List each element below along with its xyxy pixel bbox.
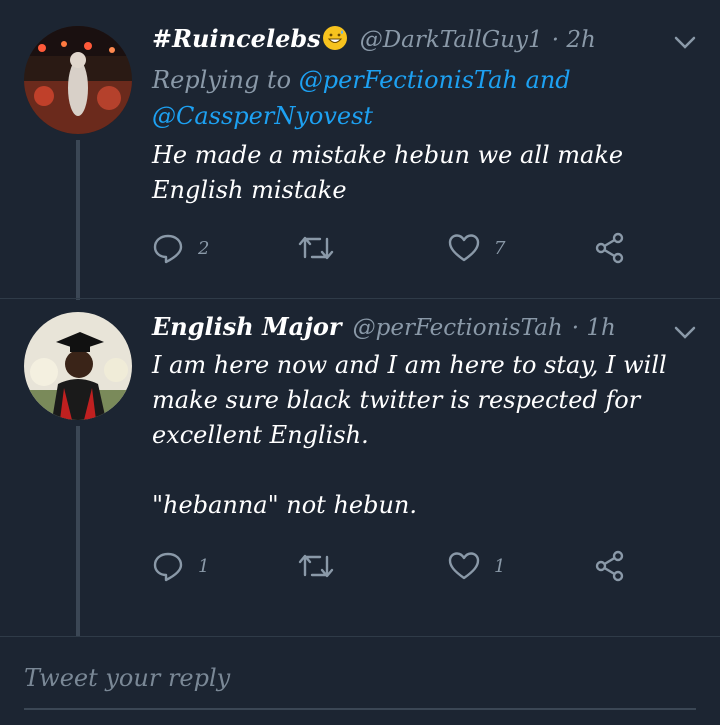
like-button[interactable]: 1: [448, 546, 505, 586]
retweet-button[interactable]: [298, 546, 334, 586]
heart-icon: [448, 552, 480, 580]
like-button[interactable]: 7: [448, 228, 505, 268]
reply-input[interactable]: Tweet your reply: [24, 664, 696, 710]
retweet-icon: [298, 236, 334, 260]
chevron-down-icon[interactable]: [674, 36, 696, 50]
retweet-icon: [298, 554, 334, 578]
reply-icon: [153, 234, 183, 264]
tweet-2[interactable]: English Major @perFectionisTah · 1h I am…: [0, 300, 720, 636]
share-button[interactable]: [594, 546, 626, 586]
reply-placeholder: Tweet your reply: [24, 664, 231, 692]
timestamp: · 2h: [551, 27, 596, 53]
chevron-down-icon[interactable]: [674, 326, 696, 340]
display-name[interactable]: #Ruincelebs: [152, 24, 321, 53]
display-name[interactable]: English Major: [152, 312, 342, 341]
avatar[interactable]: [24, 312, 132, 420]
share-button[interactable]: [594, 228, 626, 268]
avatar[interactable]: [24, 26, 132, 134]
reply-icon: [153, 552, 183, 582]
tweet-text: I am here now and I am here to stay, I w…: [152, 351, 667, 519]
share-icon: [595, 550, 624, 582]
mention-link[interactable]: @CassperNyovest: [152, 102, 373, 130]
reply-button[interactable]: 1: [152, 546, 209, 586]
reply-button[interactable]: 2: [152, 228, 209, 268]
share-icon: [595, 232, 624, 264]
thread-line: [76, 140, 80, 300]
user-handle[interactable]: @DarkTallGuy1: [360, 27, 543, 53]
retweet-button[interactable]: [298, 228, 334, 268]
replying-to: Replying to @perFectionisTah and @Casspe…: [152, 62, 672, 134]
thread-line: [76, 426, 80, 636]
tweet-text: He made a mistake hebun we all make Engl…: [152, 141, 624, 204]
like-count: 1: [494, 555, 506, 577]
timestamp: · 1h: [571, 315, 616, 341]
mention-link[interactable]: @perFectionisTah: [299, 66, 518, 94]
reply-count: 2: [198, 237, 210, 259]
replying-to-label: Replying to: [152, 66, 299, 94]
reply-count: 1: [198, 555, 210, 577]
tweet-actions: 2 7: [152, 228, 672, 268]
tweet-actions: 1 1: [152, 546, 672, 586]
grinning-sweat-emoji-icon: [322, 26, 347, 50]
user-handle[interactable]: @perFectionisTah: [353, 315, 563, 341]
like-count: 7: [494, 237, 506, 259]
tweet-1[interactable]: #Ruincelebs @DarkTallGuy1 · 2h Replying …: [0, 0, 720, 300]
heart-icon: [448, 234, 480, 262]
tweet-divider: [0, 298, 720, 299]
replying-and: and: [517, 66, 571, 94]
